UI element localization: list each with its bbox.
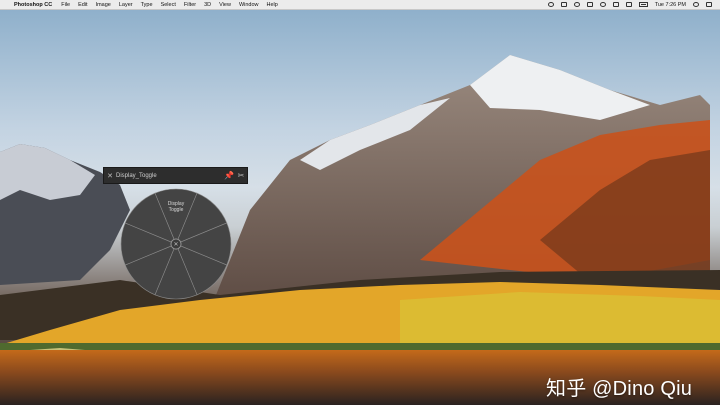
menu-3d[interactable]: 3D (204, 2, 211, 8)
watermark-text: 知乎 @Dino Qiu (546, 378, 693, 400)
wallpaper-landscape (0, 55, 720, 405)
display-toggle-panel[interactable]: ✕ Display_Toggle 📌 ✂ (103, 167, 248, 184)
spotlight-icon[interactable] (693, 2, 699, 7)
panel-title: Display_Toggle (116, 172, 157, 179)
menu-window[interactable]: Window (239, 2, 259, 8)
wheel-center-close-icon: ✕ (173, 241, 178, 248)
menu-layer[interactable]: Layer (119, 2, 133, 8)
wifi-icon[interactable] (599, 2, 606, 7)
menu-filter[interactable]: Filter (184, 2, 196, 8)
panel-close-icon[interactable]: ✕ (104, 172, 116, 180)
dropbox-icon[interactable] (560, 2, 567, 7)
menu-view[interactable]: View (219, 2, 231, 8)
creative-cloud-icon[interactable] (547, 2, 554, 7)
pin-icon[interactable]: 📌 (223, 171, 235, 180)
menubar-clock[interactable]: Tue 7:26 PM (655, 2, 686, 8)
flag-icon[interactable] (625, 2, 632, 7)
menu-bar: Photoshop CC File Edit Image Layer Type … (0, 0, 720, 10)
time-machine-icon[interactable] (573, 2, 580, 7)
menu-app-name[interactable]: Photoshop CC (14, 2, 52, 8)
menu-help[interactable]: Help (267, 2, 278, 8)
menu-select[interactable]: Select (161, 2, 176, 8)
desktop-wallpaper: 知乎 @Dino Qiu (0, 10, 720, 405)
menu-image[interactable]: Image (96, 2, 111, 8)
menu-type[interactable]: Type (141, 2, 153, 8)
wheel-segment-label: Display Toggle (167, 201, 185, 213)
menu-file[interactable]: File (61, 2, 70, 8)
tools-icon[interactable]: ✂ (235, 171, 247, 180)
battery-icon[interactable] (638, 2, 648, 7)
menu-edit[interactable]: Edit (78, 2, 87, 8)
volume-icon[interactable] (612, 2, 619, 7)
menubar-status-area: Tue 7:26 PM (547, 2, 712, 8)
notification-center-icon[interactable] (706, 2, 712, 7)
bluetooth-icon[interactable] (586, 2, 593, 7)
